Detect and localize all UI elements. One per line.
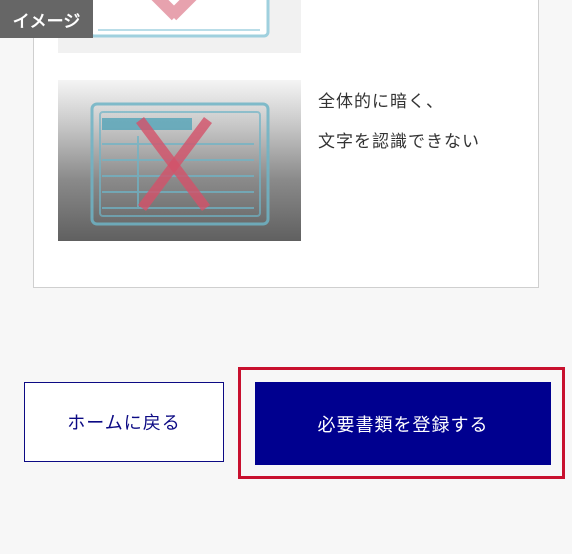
document-illustration-icon [90,102,270,226]
example-image-top [58,0,301,53]
cross-mark-icon [136,117,212,211]
register-documents-label: 必要書類を登録する [317,414,489,436]
example-caption-line: 全体的に暗く、 [318,92,444,112]
register-documents-button[interactable]: 必要書類を登録する [255,382,551,465]
image-badge-label: イメージ [12,11,81,32]
example-caption: 全体的に暗く、 文字を認識できない [318,82,528,162]
back-to-home-button[interactable]: ホームに戻る [24,382,224,462]
back-to-home-label: ホームに戻る [67,413,181,434]
example-image-dark [58,80,301,241]
document-illustration-icon [88,0,270,38]
image-badge: イメージ [0,0,93,38]
example-caption-line: 文字を認識できない [318,132,480,152]
